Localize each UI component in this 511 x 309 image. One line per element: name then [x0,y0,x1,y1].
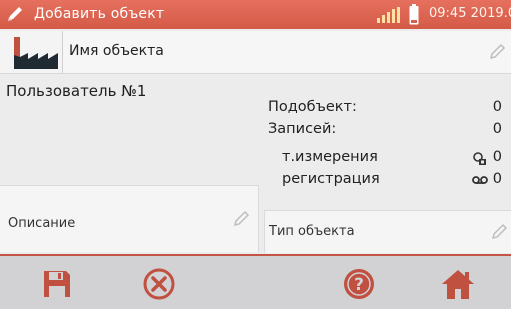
measurement-point-icon [473,152,486,165]
measure-points-value: 0 [492,149,502,165]
factory-icon [14,37,58,69]
bottom-toolbar: ? [0,254,511,309]
records-value: 0 [492,121,502,137]
pencil-icon [233,210,250,227]
battery-icon [409,4,419,25]
home-icon [442,270,474,299]
pencil-icon [489,43,506,60]
add-object-screen: Добавить объект 09:45 2019.02.11 Имя объ… [0,0,511,309]
cancel-icon [143,268,175,300]
help-icon: ? [344,269,374,299]
object-type-label: Тип объекта [269,224,355,239]
registration-value: 0 [492,171,502,187]
records-label: Записей: [268,121,337,137]
help-button[interactable]: ? [337,264,381,304]
subobjects-label: Подобъект: [268,99,357,115]
measure-points-label: т.измерения [282,149,378,165]
description-field[interactable]: Описание [0,185,259,252]
measure-points-row: т.измерения 0 [268,149,504,171]
object-name-field[interactable]: Имя объекта [62,31,511,73]
save-button[interactable] [35,264,79,304]
object-type-field[interactable]: Тип объекта [264,210,511,253]
object-name-row: Имя объекта [0,31,511,74]
registration-label: регистрация [282,171,380,187]
home-button[interactable] [436,264,480,304]
pencil-icon [491,223,508,240]
cancel-button[interactable] [137,264,181,304]
registration-row: регистрация 0 [268,171,504,193]
subobjects-row: Подобъект: 0 [268,99,504,121]
edit-icon [8,7,22,21]
screen-title: Добавить объект [34,6,165,22]
object-name-label: Имя объекта [69,43,164,59]
records-row: Записей: 0 [268,121,504,143]
recording-icon [472,176,488,184]
signal-icon [377,7,400,23]
svg-text:?: ? [354,275,364,295]
user-title: Пользователь №1 [6,82,147,100]
status-bar: Добавить объект 09:45 2019.02.11 [0,0,511,29]
clock-date: 09:45 2019.02.11 [429,6,511,21]
subobjects-value: 0 [492,99,502,115]
object-stats: Подобъект: 0 Записей: 0 т.измерения 0 ре… [268,99,504,193]
description-label: Описание [8,216,76,231]
save-icon [44,271,70,297]
